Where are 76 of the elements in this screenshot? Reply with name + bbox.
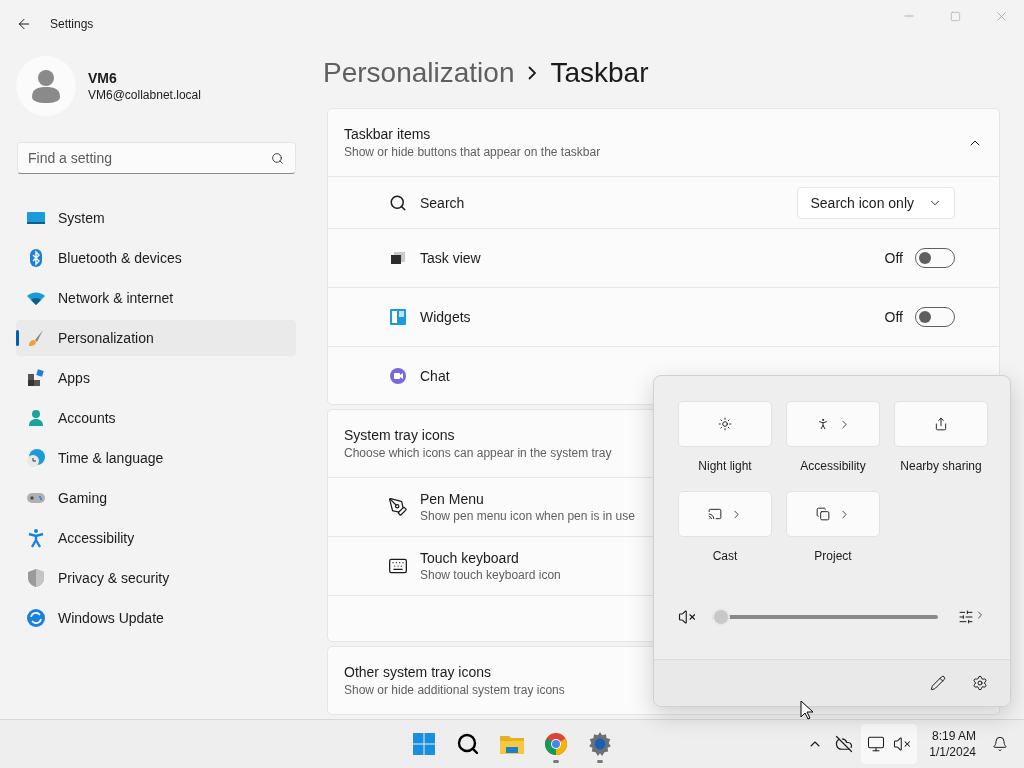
back-icon[interactable] — [16, 16, 32, 32]
nav-item[interactable]: Bluetooth & devices — [16, 240, 296, 276]
windows-logo-icon — [412, 732, 436, 756]
chat-icon — [389, 366, 407, 385]
user-name: VM6 — [88, 70, 118, 86]
section-subtitle: Show or hide additional system tray icons — [344, 683, 566, 697]
muted-speaker-icon[interactable] — [678, 608, 696, 626]
project-icon — [815, 507, 830, 521]
setting-label: Touch keyboard — [420, 550, 520, 566]
nav-item[interactable]: Gaming — [16, 480, 296, 516]
section-title: Other system tray icons — [344, 664, 493, 680]
setting-description: Show pen menu icon when pen is in use — [420, 509, 635, 523]
apps-icon — [26, 368, 46, 388]
breadcrumb-parent[interactable]: Personalization — [323, 57, 515, 89]
person-icon — [26, 408, 46, 428]
search-field[interactable]: Find a setting — [17, 142, 296, 174]
page-title: Taskbar — [550, 57, 649, 89]
search-icon — [271, 152, 284, 165]
nav-item[interactable]: Personalization — [16, 320, 296, 356]
accessibility-icon — [26, 528, 46, 548]
network-monitor-icon — [867, 735, 886, 753]
widgets-icon — [389, 308, 407, 326]
tile-label: Cast — [712, 549, 738, 565]
setting-label: Task view — [420, 250, 481, 266]
globe-clock-icon — [26, 448, 46, 468]
section-title: System tray icons — [344, 427, 456, 443]
clock-date: 1/1/2024 — [929, 745, 976, 759]
search-icon — [389, 193, 407, 212]
window-title: Settings — [50, 17, 95, 31]
nav-item[interactable]: Time & language — [16, 440, 296, 476]
clock-time: 8:19 AM — [931, 729, 976, 743]
tile-label: Nearby sharing — [900, 459, 982, 475]
pen-icon — [388, 497, 408, 517]
tile-label: Project — [814, 549, 852, 565]
cast-icon — [707, 507, 722, 521]
share-icon — [934, 417, 948, 431]
search-mode-dropdown[interactable]: Search icon only — [797, 186, 955, 219]
setting-label: Chat — [420, 367, 450, 384]
nav-item[interactable]: Privacy & security — [16, 560, 296, 596]
nav-item[interactable]: Windows Update — [16, 600, 296, 636]
chevron-right-icon — [528, 66, 537, 80]
quick-setting-tile[interactable] — [786, 491, 880, 537]
user-email: VM6@collabnet.local — [88, 88, 201, 102]
sun-icon — [718, 417, 732, 431]
quick-setting-tile[interactable] — [678, 491, 772, 537]
search-icon — [456, 732, 480, 756]
volume-slider[interactable] — [712, 608, 938, 626]
person-silhouette-icon — [31, 69, 61, 103]
setting-description: Show touch keyboard icon — [420, 568, 561, 582]
chrome-icon — [544, 732, 568, 756]
sliders-icon — [958, 609, 974, 625]
nav-item[interactable]: Accessibility — [16, 520, 296, 556]
toggle-state: Off — [884, 250, 903, 266]
setting-label: Widgets — [420, 309, 471, 325]
section-subtitle: Show or hide buttons that appear on the taskbar — [344, 145, 602, 159]
nav-item[interactable]: Accounts — [16, 400, 296, 436]
tray-status-group[interactable] — [861, 724, 918, 764]
quick-setting-tile[interactable] — [894, 401, 988, 447]
nav-item[interactable]: Network & internet — [16, 280, 296, 316]
setting-label: Pen Menu — [420, 491, 485, 507]
folder-icon — [499, 733, 525, 755]
update-icon — [26, 608, 46, 628]
nav-item[interactable]: Apps — [16, 360, 296, 396]
section-title: Taskbar items — [344, 126, 432, 142]
toggle-state: Off — [884, 309, 903, 325]
shield-icon — [26, 568, 46, 588]
tile-label: Accessibility — [800, 459, 866, 475]
setting-label: Search — [420, 194, 465, 211]
nav-item[interactable]: System — [16, 200, 296, 236]
quick-setting-tile[interactable] — [678, 401, 772, 447]
task-view-icon — [390, 251, 406, 265]
maximize-icon — [949, 10, 961, 22]
section-subtitle: Choose which icons can appear in the system tray — [344, 446, 613, 460]
slider-thumb[interactable] — [712, 608, 730, 626]
tile-label: Night light — [698, 459, 752, 475]
quick-setting-tile[interactable] — [786, 401, 880, 447]
